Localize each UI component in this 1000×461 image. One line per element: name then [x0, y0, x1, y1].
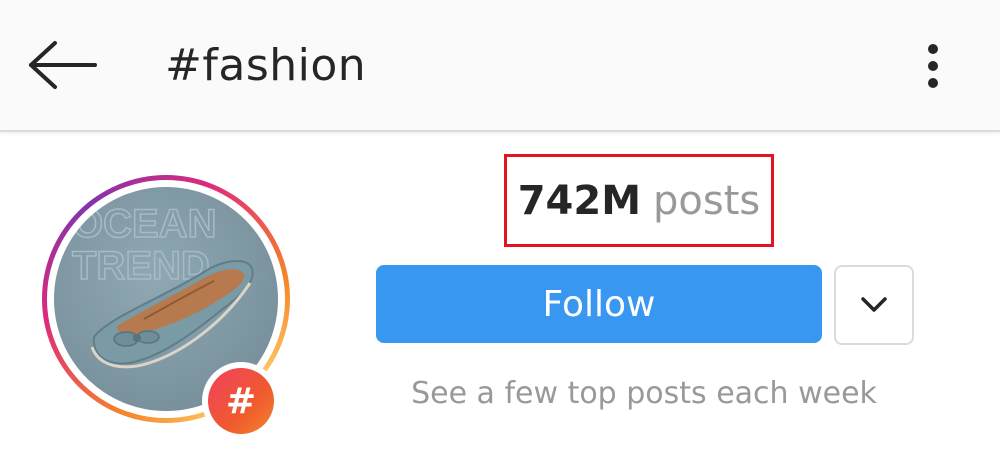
posts-count: 742M [517, 177, 642, 224]
top-app-bar: #fashion [0, 0, 1000, 132]
posts-count-highlight: 742M posts [504, 154, 774, 247]
back-button[interactable] [22, 30, 104, 100]
posts-label: posts [653, 177, 761, 224]
hashtag-badge: # [202, 362, 280, 440]
page-title: #fashion [165, 40, 367, 91]
chevron-down-icon [861, 297, 887, 312]
hashtag-icon: # [208, 368, 274, 434]
follow-button[interactable]: Follow [376, 265, 822, 343]
follow-hint-text: See a few top posts each week [411, 376, 877, 411]
follow-options-dropdown[interactable] [834, 265, 914, 345]
arrow-left-icon [29, 41, 97, 89]
more-vertical-icon [928, 44, 938, 88]
more-options-button[interactable] [908, 36, 958, 96]
